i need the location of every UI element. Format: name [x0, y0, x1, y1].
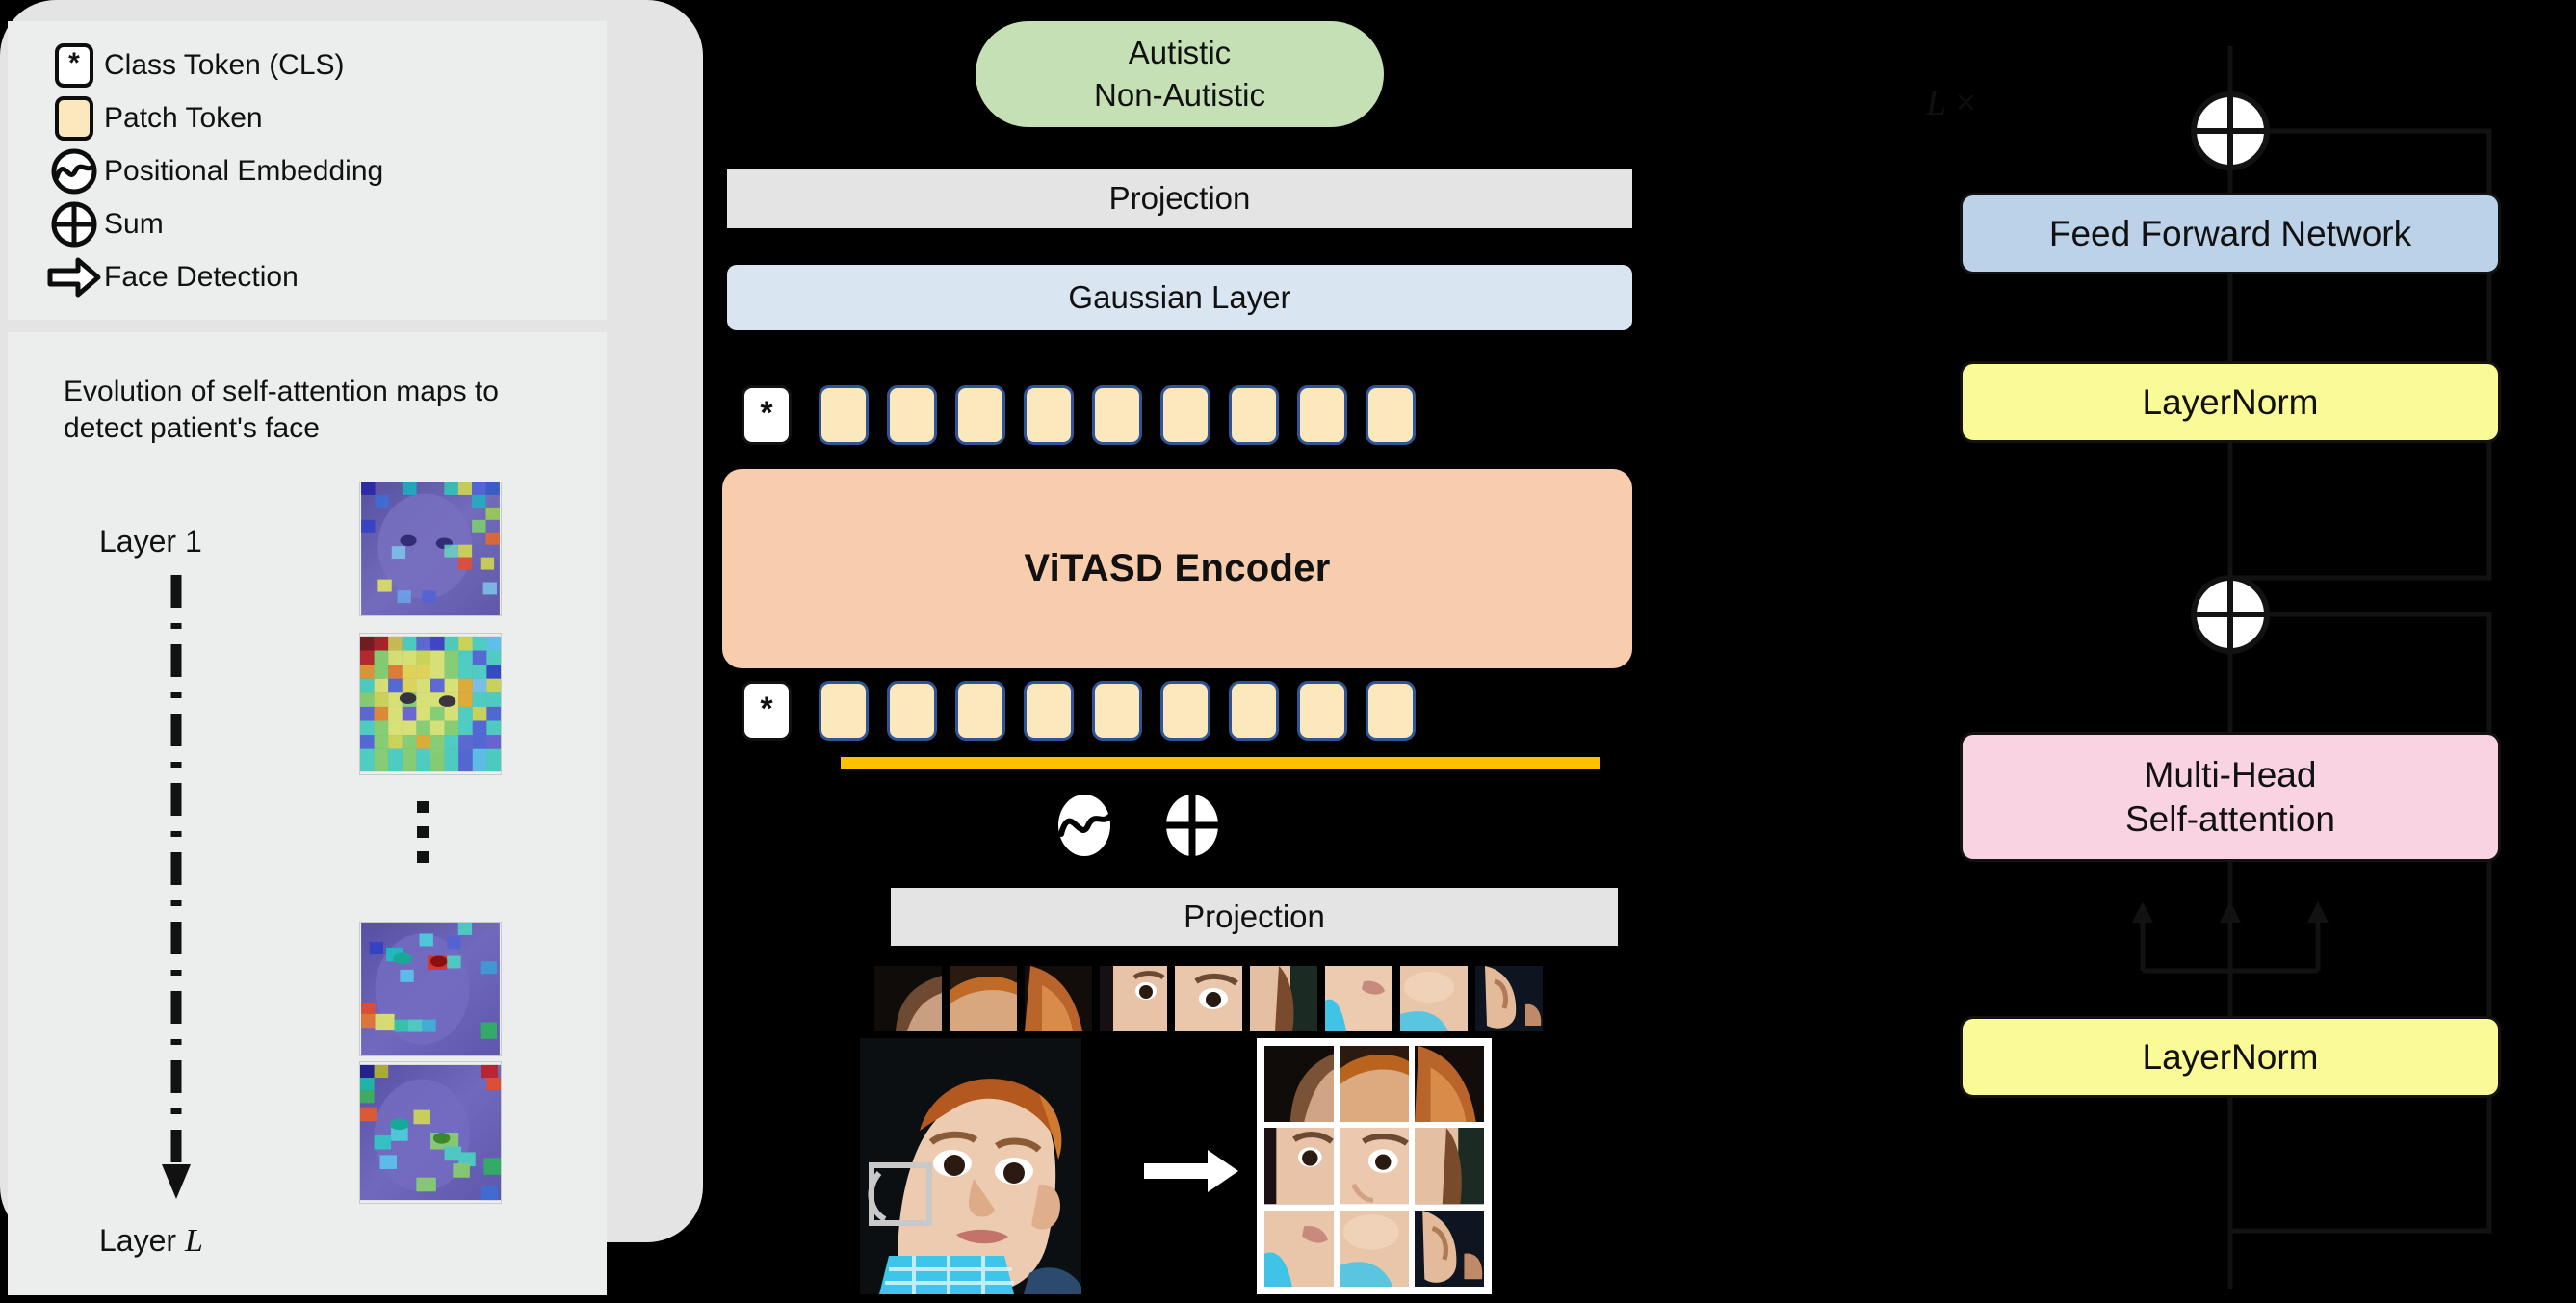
patch-token-output — [1024, 385, 1074, 445]
patch-grid-cell — [1415, 1046, 1484, 1123]
layernorm-top-block: LayerNorm — [1960, 361, 2501, 443]
legend-item-sum: Sum — [8, 197, 607, 250]
patch-token-input — [887, 681, 937, 741]
patch-token-output — [819, 385, 869, 445]
patch-grid-cell — [1415, 1210, 1484, 1287]
patch-token-input — [955, 681, 1005, 741]
cls-token-output: * — [742, 385, 792, 445]
face-patch — [1400, 966, 1468, 1031]
repeat-count-times: × — [1955, 83, 1977, 123]
projection-top-block: Projection — [727, 169, 1632, 228]
patch-grid-cell — [1340, 1046, 1409, 1123]
patch-token-input — [1297, 681, 1347, 741]
face-patch-strip — [874, 966, 1543, 1031]
legend-label-class-token: Class Token (CLS) — [104, 48, 345, 81]
patch-token-input — [1366, 681, 1416, 741]
legend-item-positional-embedding: Positional Embedding — [8, 144, 607, 197]
attention-maps-ellipsis — [417, 801, 430, 876]
sum-node-top — [2191, 91, 2270, 170]
input-token-row: * — [742, 681, 1416, 741]
patch-token-icon — [44, 95, 104, 141]
legend-label-face-detection: Face Detection — [104, 260, 299, 293]
feed-forward-network-block: Feed Forward Network — [1960, 193, 2501, 274]
output-label-line2: Non-Autistic — [1094, 77, 1265, 113]
patch-token-input — [1092, 681, 1142, 741]
output-token-row: * — [742, 385, 1416, 445]
layernorm-bottom-block: LayerNorm — [1960, 1016, 2501, 1098]
face-patch — [950, 966, 1017, 1031]
multi-head-line2: Self-attention — [2124, 798, 2336, 839]
patch-grid-3x3 — [1257, 1038, 1492, 1294]
attention-evolution-panel: Evolution of self-attention maps to dete… — [8, 332, 607, 1295]
sum-node-bottom — [2191, 575, 2270, 654]
output-label-line1: Autistic — [1128, 35, 1232, 71]
cls-token-input: * — [742, 681, 792, 741]
layer-last-prefix: Layer — [99, 1223, 185, 1258]
face-patch — [1175, 966, 1242, 1031]
cls-token-glyph: * — [55, 42, 93, 88]
sum-icon — [44, 200, 104, 248]
source-face-image — [860, 1038, 1081, 1294]
attention-map-layer-1 — [359, 482, 502, 616]
legend-label-patch-token: Patch Token — [104, 101, 263, 134]
patch-token-swatch — [55, 95, 93, 141]
repeat-count-symbol: L — [1926, 83, 1947, 123]
cls-token-icon: * — [44, 42, 104, 88]
legend-panel: * Class Token (CLS) Patch Token Position… — [8, 21, 607, 320]
patch-token-highlight-line — [841, 757, 1600, 769]
patch-token-output — [1160, 385, 1210, 445]
attention-map-layer-last — [359, 1061, 502, 1204]
repeat-count-label: L × — [1926, 82, 1976, 124]
patch-token-input — [819, 681, 869, 741]
embedding-sum-symbols — [1057, 794, 1219, 857]
layer-progression-arrow — [162, 575, 191, 1199]
face-patch — [1100, 966, 1167, 1031]
legend-label-positional-embedding: Positional Embedding — [104, 154, 384, 187]
attention-map-layer-2 — [359, 633, 502, 775]
positional-embedding-icon — [44, 147, 104, 195]
patch-token-output — [887, 385, 937, 445]
face-patch — [1325, 966, 1392, 1031]
patch-grid-cell — [1340, 1210, 1409, 1287]
patch-token-output — [955, 385, 1005, 445]
multi-head-line1: Multi-Head — [2144, 755, 2317, 795]
legend-item-face-detection: Face Detection — [8, 250, 607, 303]
face-detection-arrow-icon — [1144, 1150, 1238, 1192]
face-detection-arrow-icon — [44, 257, 104, 298]
output-class-pill: Autistic Non-Autistic — [976, 21, 1384, 127]
patch-token-output — [1366, 385, 1416, 445]
gaussian-layer-block: Gaussian Layer — [727, 265, 1632, 330]
sum-icon — [1165, 794, 1219, 857]
patch-token-output — [1229, 385, 1279, 445]
vitasd-encoder-block: ViTASD Encoder — [722, 469, 1632, 668]
attention-map-layer-n — [359, 922, 502, 1056]
patch-grid-cell — [1264, 1128, 1334, 1205]
face-patch — [1475, 966, 1543, 1031]
patch-grid-cell — [1264, 1210, 1334, 1287]
attention-panel-title: Evolution of self-attention maps to dete… — [64, 376, 499, 445]
patch-grid-cell — [1415, 1128, 1484, 1205]
layer-last-label: Layer L — [99, 1223, 203, 1260]
patch-token-output — [1297, 385, 1347, 445]
layer-last-symbol: L — [184, 1223, 203, 1259]
patch-token-input — [1024, 681, 1074, 741]
face-patch — [874, 966, 942, 1031]
legend-label-sum: Sum — [104, 207, 164, 240]
patch-grid-cell — [1340, 1128, 1409, 1205]
face-patch — [1025, 966, 1092, 1031]
layer-first-label: Layer 1 — [99, 524, 202, 559]
patch-token-output — [1092, 385, 1142, 445]
legend-item-patch-token: Patch Token — [8, 91, 607, 144]
patch-grid-cell — [1264, 1046, 1334, 1123]
patch-token-input — [1229, 681, 1279, 741]
projection-bottom-block: Projection — [891, 888, 1618, 946]
multi-head-self-attention-block: Multi-Head Self-attention — [1960, 732, 2501, 862]
face-patch — [1250, 966, 1317, 1031]
legend-item-class-token: * Class Token (CLS) — [8, 39, 607, 91]
patch-token-input — [1160, 681, 1210, 741]
positional-embedding-icon — [1058, 795, 1111, 856]
